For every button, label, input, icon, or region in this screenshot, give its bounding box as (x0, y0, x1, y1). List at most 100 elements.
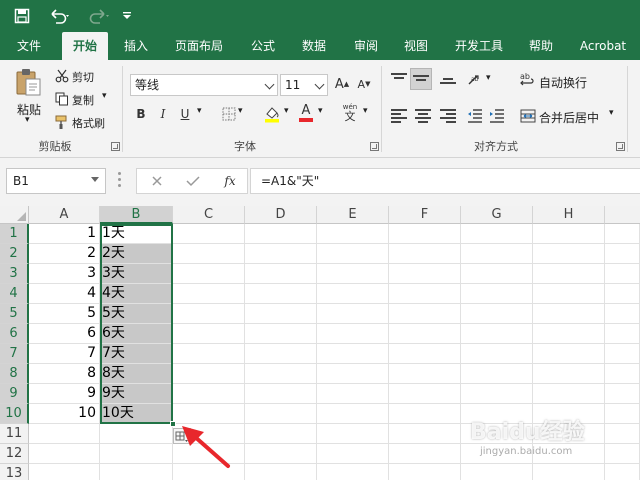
cell-c8[interactable] (173, 364, 245, 384)
cell-b12[interactable] (100, 444, 173, 464)
alignment-launcher-icon[interactable] (616, 142, 625, 151)
cell-f5[interactable] (389, 304, 461, 324)
column-header-b[interactable]: B (100, 206, 173, 224)
column-header-a[interactable]: A (29, 206, 100, 224)
column-header-g[interactable]: G (461, 206, 533, 224)
cell-g13[interactable] (461, 464, 533, 480)
column-header-i[interactable] (605, 206, 640, 224)
cell-g5[interactable] (461, 304, 533, 324)
align-middle-button[interactable] (410, 68, 432, 90)
cell-e6[interactable] (317, 324, 389, 344)
cell-g6[interactable] (461, 324, 533, 344)
row-header-7[interactable]: 7 (0, 344, 29, 364)
tab-view[interactable]: 视图 (396, 32, 436, 60)
cell-i8[interactable] (605, 364, 640, 384)
row-header-6[interactable]: 6 (0, 324, 29, 344)
cell-h4[interactable] (533, 284, 605, 304)
tab-formulas[interactable]: 公式 (244, 32, 282, 60)
cell-i1[interactable] (605, 224, 640, 244)
cell-c4[interactable] (173, 284, 245, 304)
paste-icon[interactable] (12, 66, 46, 98)
row-header-3[interactable]: 3 (0, 264, 29, 284)
save-icon[interactable] (10, 4, 34, 28)
borders-dropdown-icon[interactable]: ▾ (238, 106, 243, 116)
cell-d2[interactable] (245, 244, 317, 264)
cell-i4[interactable] (605, 284, 640, 304)
copy-icon[interactable] (54, 91, 70, 107)
cell-a12[interactable] (29, 444, 100, 464)
wrap-text-button[interactable]: 自动换行 (539, 74, 587, 91)
cell-g8[interactable] (461, 364, 533, 384)
row-header-9[interactable]: 9 (0, 384, 29, 404)
cell-f11[interactable] (389, 424, 461, 444)
cell-g1[interactable] (461, 224, 533, 244)
bold-button[interactable]: B (134, 105, 148, 123)
format-painter-button[interactable]: 格式刷 (72, 115, 105, 131)
cell-f9[interactable] (389, 384, 461, 404)
row-header-11[interactable]: 11 (0, 424, 29, 444)
cell-f7[interactable] (389, 344, 461, 364)
cut-icon[interactable] (54, 68, 70, 84)
cell-b11[interactable] (100, 424, 173, 444)
cell-d4[interactable] (245, 284, 317, 304)
merge-dropdown-icon[interactable]: ▾ (609, 108, 614, 118)
cell-e2[interactable] (317, 244, 389, 264)
borders-icon[interactable] (221, 106, 237, 122)
cell-b7[interactable]: 7天 (100, 344, 173, 364)
cell-d1[interactable] (245, 224, 317, 244)
column-header-f[interactable]: F (389, 206, 461, 224)
font-launcher-icon[interactable] (370, 142, 379, 151)
cell-b1[interactable]: 1天 (100, 224, 173, 244)
cell-a4[interactable]: 4 (29, 284, 100, 304)
cell-f2[interactable] (389, 244, 461, 264)
cell-a11[interactable] (29, 424, 100, 444)
cell-h2[interactable] (533, 244, 605, 264)
align-right-icon[interactable] (440, 109, 456, 123)
select-all-corner[interactable] (0, 206, 29, 224)
cell-e3[interactable] (317, 264, 389, 284)
font-name-combo[interactable]: 等线 (130, 74, 278, 96)
cell-i7[interactable] (605, 344, 640, 364)
cell-c2[interactable] (173, 244, 245, 264)
cell-h6[interactable] (533, 324, 605, 344)
cell-b6[interactable]: 6天 (100, 324, 173, 344)
row-header-2[interactable]: 2 (0, 244, 29, 264)
cell-f4[interactable] (389, 284, 461, 304)
format-painter-icon[interactable] (54, 114, 70, 130)
underline-dropdown-icon[interactable]: ▾ (197, 106, 202, 116)
phonetic-dropdown-icon[interactable]: ▾ (363, 106, 368, 116)
cell-g4[interactable] (461, 284, 533, 304)
row-header-1[interactable]: 1 (0, 224, 29, 244)
cell-e12[interactable] (317, 444, 389, 464)
tab-page-layout[interactable]: 页面布局 (168, 32, 230, 60)
orientation-icon[interactable]: ab (466, 71, 484, 89)
cell-i13[interactable] (605, 464, 640, 480)
row-header-4[interactable]: 4 (0, 284, 29, 304)
cell-i5[interactable] (605, 304, 640, 324)
row-header-5[interactable]: 5 (0, 304, 29, 324)
align-top-icon[interactable] (391, 73, 407, 87)
fill-color-dropdown-icon[interactable]: ▾ (284, 106, 289, 116)
spreadsheet-grid[interactable]: A B C D E F G H 1 1 1天 2 2 2天 3 3 3天 4 4 4天 5 5 5天 6 6 6天… (0, 206, 640, 480)
cell-g7[interactable] (461, 344, 533, 364)
wrap-text-icon[interactable]: ab (519, 70, 537, 88)
formula-bar-resize-handle[interactable] (118, 172, 122, 190)
cell-a6[interactable]: 6 (29, 324, 100, 344)
tab-file[interactable]: 文件 (8, 32, 50, 60)
align-left-icon[interactable] (391, 109, 407, 123)
cell-d11[interactable] (245, 424, 317, 444)
cell-c9[interactable] (173, 384, 245, 404)
shrink-font-button[interactable]: A ▼ (356, 74, 372, 94)
cell-b8[interactable]: 8天 (100, 364, 173, 384)
cell-d3[interactable] (245, 264, 317, 284)
cell-g2[interactable] (461, 244, 533, 264)
row-header-13[interactable]: 13 (0, 464, 29, 480)
orientation-dropdown-icon[interactable]: ▾ (486, 73, 491, 83)
cell-f3[interactable] (389, 264, 461, 284)
cut-button[interactable]: 剪切 (72, 69, 94, 85)
tab-review[interactable]: 审阅 (346, 32, 386, 60)
cell-h8[interactable] (533, 364, 605, 384)
cell-a2[interactable]: 2 (29, 244, 100, 264)
cell-f10[interactable] (389, 404, 461, 424)
enter-icon[interactable] (185, 173, 201, 189)
